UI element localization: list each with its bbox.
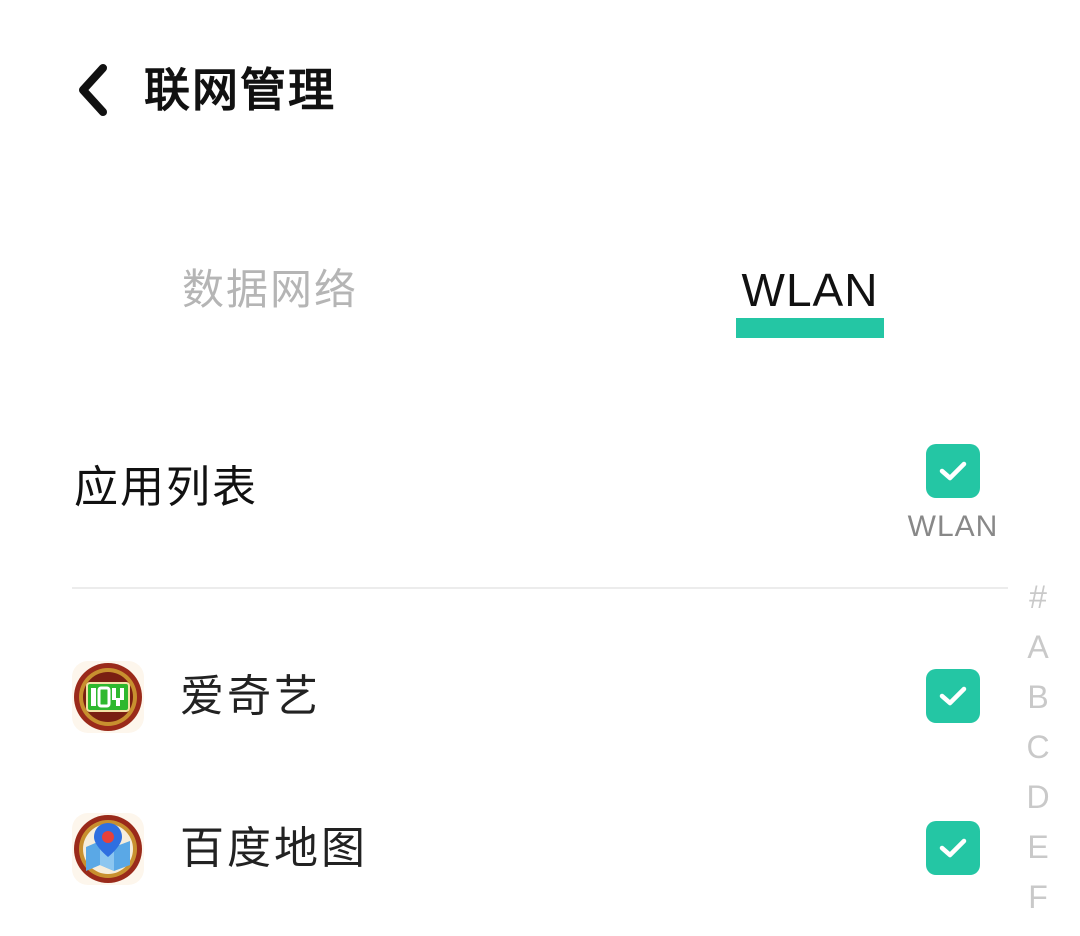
index-letter-a[interactable]: A xyxy=(1016,622,1060,672)
alphabet-index-bar[interactable]: # A B C D E F xyxy=(1016,572,1060,922)
wlan-column-caption: WLAN xyxy=(907,510,999,543)
index-letter-hash[interactable]: # xyxy=(1016,572,1060,622)
tab-wlan-label: WLAN xyxy=(741,264,879,316)
baidu-maps-icon xyxy=(72,813,144,885)
index-letter-b[interactable]: B xyxy=(1016,672,1060,722)
network-tabs: 数据网络 WLAN xyxy=(0,255,1080,345)
back-button[interactable] xyxy=(62,58,122,122)
top-bar: 联网管理 xyxy=(0,40,1080,140)
index-letter-f[interactable]: F xyxy=(1016,872,1060,922)
app-name: 爱奇艺 xyxy=(180,671,321,722)
page-title: 联网管理 xyxy=(144,63,336,117)
checkmark-icon xyxy=(939,838,967,858)
active-tab-indicator xyxy=(736,318,884,338)
list-item: 百度地图 xyxy=(0,795,1010,905)
tab-mobile-data[interactable]: 数据网络 xyxy=(160,255,380,345)
chevron-left-icon xyxy=(79,64,107,116)
app-wlan-checkbox[interactable] xyxy=(926,821,980,875)
index-letter-c[interactable]: C xyxy=(1016,722,1060,772)
list-item: 爱奇艺 xyxy=(0,643,1010,753)
iqiyi-icon xyxy=(72,661,144,733)
checkmark-icon xyxy=(939,461,967,481)
app-list-header: 应用列表 WLAN xyxy=(0,430,1080,560)
section-title: 应用列表 xyxy=(74,462,258,513)
tab-mobile-data-label: 数据网络 xyxy=(181,265,358,314)
select-all-wlan-checkbox[interactable] xyxy=(926,444,980,498)
app-name: 百度地图 xyxy=(180,823,368,874)
index-letter-e[interactable]: E xyxy=(1016,822,1060,872)
index-letter-d[interactable]: D xyxy=(1016,772,1060,822)
divider xyxy=(72,587,1008,589)
checkmark-icon xyxy=(939,686,967,706)
tab-wlan[interactable]: WLAN xyxy=(716,255,904,345)
app-wlan-checkbox[interactable] xyxy=(926,669,980,723)
